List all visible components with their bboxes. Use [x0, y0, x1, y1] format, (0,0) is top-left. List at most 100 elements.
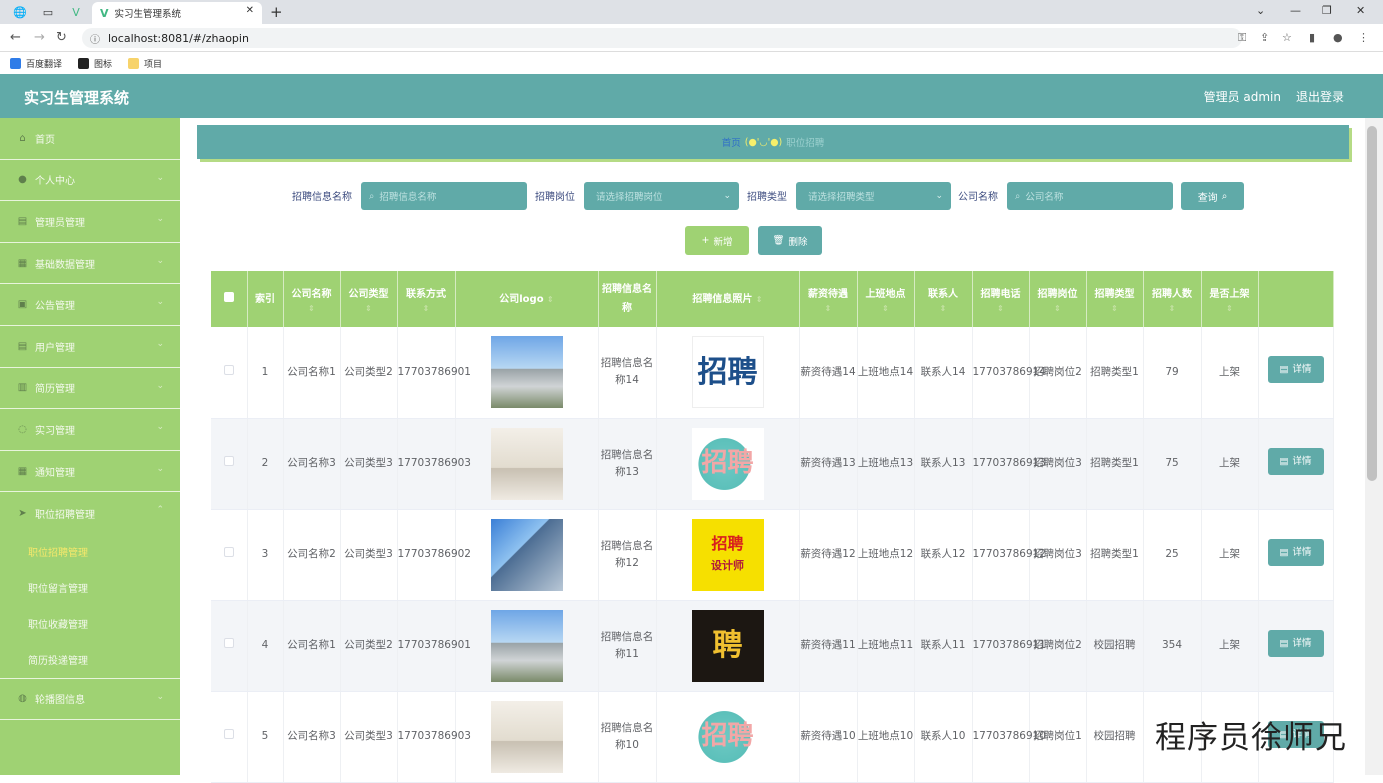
table-row[interactable]: 1 公司名称1 公司类型2 17703786901 招聘信息名称14 招聘 薪资待遇14 上班… [211, 327, 1334, 419]
bookmark-item[interactable]: 图标 [78, 57, 112, 70]
sidebar-item-admin[interactable]: ▤ 管理员管理 ⌄ [0, 201, 180, 243]
recruitment-poster-image[interactable]: 聘 [691, 609, 764, 682]
sort-icon[interactable]: ⇕ [800, 304, 857, 314]
minimize-icon[interactable]: — [1290, 4, 1301, 17]
sidebar-item-carousel[interactable]: ◍ 轮播图信息 ⌄ [0, 677, 180, 720]
sort-icon[interactable]: ⇕ [1087, 304, 1143, 314]
recruitment-poster-image[interactable]: 招聘 [691, 700, 764, 773]
logout-button[interactable]: 退出登录 [1296, 88, 1344, 105]
sidebar-item-basic-data[interactable]: ▦ 基础数据管理 ⌄ [0, 243, 180, 285]
row-select-cell[interactable] [211, 691, 248, 783]
sort-icon[interactable]: ⇕ [284, 304, 340, 314]
detail-button[interactable]: ▤ 详情 [1267, 356, 1324, 384]
sidebar-item-notice[interactable]: ▣ 公告管理 ⌄ [0, 284, 180, 326]
row-checkbox[interactable] [223, 456, 234, 466]
blank-tab-icon[interactable]: ▭ [40, 4, 56, 20]
recruitment-poster-image[interactable]: 招聘 [691, 427, 764, 500]
sort-icon[interactable]: ⇕ [398, 304, 455, 314]
row-select-cell[interactable] [211, 418, 248, 510]
query-button[interactable]: 查询 ⌕ [1181, 182, 1244, 210]
column-header[interactable]: 公司logo ⇕ [455, 271, 599, 327]
key-icon[interactable]: ⚿ [1238, 31, 1246, 45]
profile-icon[interactable]: ● [1333, 31, 1343, 44]
sidebar-sub-recruitment[interactable]: 职位招聘管理 [0, 534, 180, 570]
company-logo-image[interactable] [490, 427, 563, 500]
column-header[interactable]: 薪资待遇 ⇕ [799, 271, 858, 327]
sort-icon[interactable]: ⇕ [858, 304, 914, 314]
sort-icon[interactable]: ⇕ [547, 295, 554, 304]
column-header[interactable]: 上班地点 ⇕ [857, 271, 915, 327]
row-checkbox[interactable] [223, 364, 234, 375]
breadcrumb-home[interactable]: 首页 [722, 135, 741, 149]
bookmark-item[interactable]: 项目 [128, 57, 162, 70]
url-field[interactable]: ⓘ localhost:8081/#/zhaopin [82, 28, 1242, 48]
share-icon[interactable]: ⇪ [1260, 31, 1269, 44]
sort-icon[interactable]: ⇕ [1144, 304, 1201, 314]
table-row[interactable]: 3 公司名称2 公司类型3 17703786902 招聘信息名称12 招聘 设计师 薪资待遇1… [211, 509, 1334, 601]
sort-icon[interactable]: ⇕ [341, 304, 397, 314]
sort-icon[interactable]: ⇕ [1030, 304, 1086, 314]
search-post-select[interactable]: 请选择招聘岗位 ⌄ [584, 182, 739, 210]
back-icon[interactable]: ← [10, 30, 21, 45]
search-type-select[interactable]: 请选择招聘类型 ⌄ [796, 182, 951, 210]
search-company-input[interactable]: ⌕ 公司名称 [1007, 182, 1173, 210]
add-button[interactable]: + 新增 [685, 226, 749, 255]
tab-search-icon[interactable]: ⌄ [1256, 4, 1265, 17]
sort-icon[interactable]: ⇕ [915, 304, 972, 314]
column-header[interactable]: 招聘人数 ⇕ [1143, 271, 1202, 327]
column-header[interactable]: 是否上架 ⇕ [1201, 271, 1259, 327]
sidebar-item-recruitment[interactable]: ➤ 职位招聘管理 ⌃ [0, 492, 180, 534]
scrollbar-thumb[interactable] [1367, 126, 1377, 481]
row-checkbox[interactable] [223, 547, 234, 557]
row-select-cell[interactable] [211, 327, 248, 419]
detail-button[interactable]: ▤ 详情 [1267, 447, 1324, 475]
column-header[interactable]: 公司名称 ⇕ [283, 271, 341, 327]
menu-icon[interactable]: ⋮ [1358, 31, 1369, 44]
search-name-input[interactable]: ⌕ 招聘信息名称 [361, 182, 527, 210]
column-header[interactable]: 联系人 ⇕ [914, 271, 973, 327]
sidebar-item-users[interactable]: ▤ 用户管理 ⌄ [0, 326, 180, 368]
row-checkbox[interactable] [223, 638, 234, 648]
company-logo-image[interactable] [490, 336, 563, 409]
bookmark-item[interactable]: 百度翻译 [10, 57, 62, 70]
column-header[interactable]: 招聘信息名称 [598, 271, 657, 327]
reload-icon[interactable]: ↻ [56, 30, 67, 45]
select-all-checkbox[interactable] [223, 291, 234, 302]
sort-icon[interactable]: ⇕ [1202, 304, 1258, 314]
column-header[interactable]: 招聘岗位 ⇕ [1029, 271, 1087, 327]
sidebar-item-home[interactable]: ⌂ 首页 [0, 118, 180, 160]
sidebar-item-notification[interactable]: ▦ 通知管理 ⌄ [0, 451, 180, 493]
column-header[interactable]: 招聘电话 ⇕ [972, 271, 1030, 327]
column-header[interactable]: 招聘信息照片 ⇕ [656, 271, 800, 327]
recruitment-poster-image[interactable]: 招聘 [691, 336, 764, 409]
sort-icon[interactable]: ⇕ [756, 295, 763, 304]
sidebar-sub-messages[interactable]: 职位留言管理 [0, 570, 180, 606]
vue-icon[interactable]: V [68, 4, 84, 20]
sidebar-item-profile[interactable]: ● 个人中心 ⌄ [0, 160, 180, 202]
close-window-icon[interactable]: ✕ [1356, 4, 1365, 17]
row-select-cell[interactable] [211, 509, 248, 601]
delete-button[interactable]: 🗑 删除 [758, 226, 822, 255]
company-logo-image[interactable] [490, 518, 563, 591]
company-logo-image[interactable] [490, 700, 563, 773]
recruitment-poster-image[interactable]: 招聘 设计师 [691, 518, 764, 591]
sort-icon[interactable]: ⇕ [973, 304, 1029, 314]
close-tab-icon[interactable]: ✕ [246, 5, 254, 16]
sidebar-sub-delivery[interactable]: 简历投递管理 [0, 642, 180, 678]
sidepanel-icon[interactable]: ▮ [1309, 31, 1315, 44]
table-row[interactable]: 4 公司名称1 公司类型2 17703786901 招聘信息名称11 聘薪资待遇11 上班地… [211, 600, 1334, 692]
globe-icon[interactable]: 🌐 [12, 4, 28, 20]
select-all-header[interactable] [211, 271, 248, 327]
restore-icon[interactable]: ❐ [1322, 4, 1332, 17]
column-header[interactable]: 招聘类型 ⇕ [1086, 271, 1144, 327]
row-select-cell[interactable] [211, 600, 248, 692]
sidebar-sub-favorites[interactable]: 职位收藏管理 [0, 606, 180, 642]
table-row[interactable]: 2 公司名称3 公司类型3 17703786903 招聘信息名称13 招聘 薪资待遇13 上班… [211, 418, 1334, 510]
sidebar-item-resume[interactable]: ▥ 简历管理 ⌄ [0, 368, 180, 410]
company-logo-image[interactable] [490, 609, 563, 682]
column-header[interactable]: 联系方式 ⇕ [397, 271, 456, 327]
star-icon[interactable]: ☆ [1282, 31, 1292, 44]
detail-button[interactable]: ▤ 详情 [1267, 538, 1324, 566]
new-tab-icon[interactable]: + [270, 3, 283, 21]
detail-button[interactable]: ▤ 详情 [1267, 629, 1324, 657]
